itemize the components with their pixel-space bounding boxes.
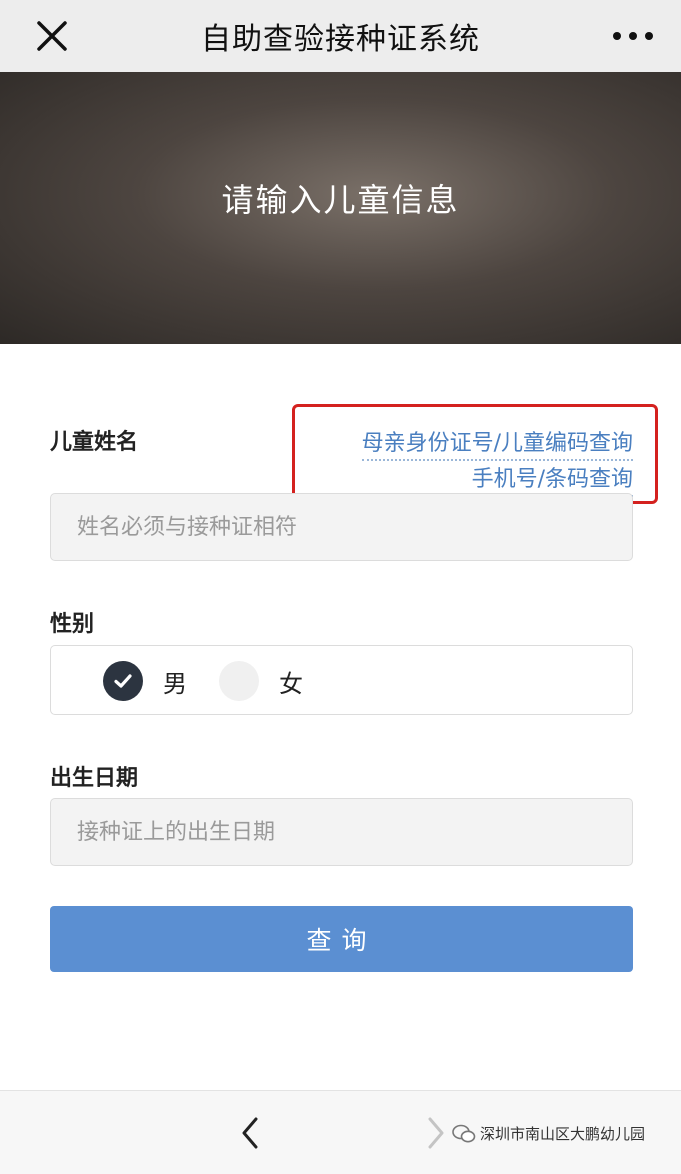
- close-icon[interactable]: [30, 14, 74, 58]
- banner: 请输入儿童信息: [0, 72, 681, 344]
- wechat-icon: [452, 1124, 476, 1142]
- child-name-input[interactable]: [51, 494, 632, 560]
- more-dot: [645, 32, 653, 40]
- top-bar: 自助查验接种证系统: [0, 0, 681, 72]
- chevron-left-icon[interactable]: [232, 1113, 268, 1153]
- radio-unselected-icon: [219, 661, 259, 701]
- birth-date-label: 出生日期: [50, 766, 139, 791]
- child-name-field[interactable]: [50, 493, 633, 561]
- gender-option-label: 女: [279, 669, 303, 698]
- id-code-query-link[interactable]: 母亲身份证号/儿童编码查询: [361, 425, 633, 461]
- check-icon: [103, 661, 143, 701]
- phone-barcode-query-link[interactable]: 手机号/条码查询: [471, 461, 633, 497]
- bottom-nav-bar: 深圳市南山区大鹏幼儿园: [0, 1090, 681, 1174]
- gender-selector: 男 女: [50, 645, 633, 715]
- source-watermark: 深圳市南山区大鹏幼儿园: [452, 1123, 645, 1144]
- chevron-right-icon[interactable]: [418, 1113, 454, 1153]
- more-dot: [613, 32, 621, 40]
- gender-option-male[interactable]: 男: [103, 661, 187, 701]
- birth-date-input[interactable]: [51, 799, 632, 865]
- more-dot: [629, 32, 637, 40]
- more-icon[interactable]: [609, 18, 657, 54]
- gender-option-label: 男: [163, 669, 187, 698]
- gender-option-female[interactable]: 女: [219, 661, 303, 701]
- banner-title: 请输入儿童信息: [221, 181, 460, 219]
- child-name-label: 儿童姓名: [50, 430, 139, 455]
- birth-date-field[interactable]: [50, 798, 633, 866]
- page-title: 自助查验接种证系统: [201, 22, 480, 57]
- gender-label: 性别: [50, 612, 95, 637]
- source-name: 深圳市南山区大鹏幼儿园: [480, 1125, 646, 1143]
- query-button[interactable]: 查询: [50, 906, 633, 972]
